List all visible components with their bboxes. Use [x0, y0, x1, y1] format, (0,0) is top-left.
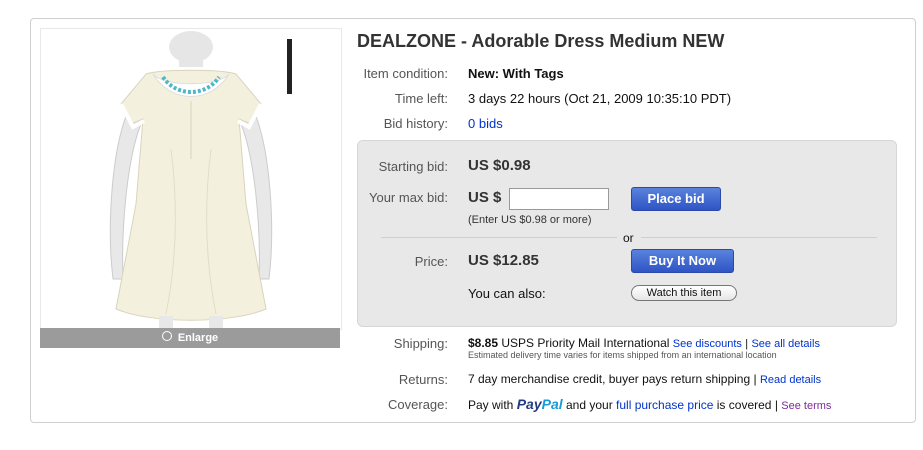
enlarge-label: Enlarge — [177, 332, 219, 344]
condition-label: Item condition: — [363, 66, 448, 81]
time-left-value: 3 days 22 hours (Oct 21, 2009 10:35:10 P… — [468, 91, 732, 106]
returns-separator: | — [753, 372, 757, 386]
see-terms-link[interactable]: See terms — [781, 400, 831, 412]
see-all-details-link[interactable]: See all details — [751, 338, 820, 350]
starting-bid-label: Starting bid: — [378, 159, 448, 174]
max-bid-currency: US $ — [468, 189, 502, 206]
dress-image — [41, 29, 341, 329]
coverage-pre: Pay with — [468, 398, 514, 412]
see-discounts-link[interactable]: See discounts — [673, 338, 742, 350]
coverage-line: Pay with PayPal and your full purchase p… — [468, 396, 831, 412]
bid-history-label: Bid history: — [383, 116, 448, 131]
max-bid-input[interactable] — [509, 188, 609, 210]
condition-value: New: With Tags — [468, 66, 564, 81]
or-divider-right — [641, 237, 877, 238]
shipping-separator: | — [745, 338, 749, 350]
read-details-link[interactable]: Read details — [760, 374, 821, 386]
shipping-note: Estimated delivery time varies for items… — [468, 350, 777, 360]
coverage-mid: and your — [565, 398, 613, 412]
item-title: DEALZONE - Adorable Dress Medium NEW — [357, 31, 725, 51]
buy-it-now-button[interactable]: Buy It Now — [631, 249, 734, 273]
coverage-label: Coverage: — [388, 397, 448, 412]
shipping-method: USPS Priority Mail International — [501, 336, 670, 350]
max-bid-label: Your max bid: — [368, 190, 448, 205]
enlarge-button[interactable]: Enlarge — [40, 328, 340, 348]
time-left-label: Time left: — [395, 91, 448, 106]
place-bid-button[interactable]: Place bid — [631, 187, 721, 211]
returns-label: Returns: — [398, 372, 448, 387]
watch-item-button[interactable]: Watch this item — [631, 285, 737, 301]
price-label: Price: — [414, 254, 448, 269]
full-purchase-price-link[interactable]: full purchase price — [616, 398, 713, 412]
or-label: or — [623, 231, 634, 245]
price-value: US $12.85 — [468, 252, 539, 269]
starting-bid-value: US $0.98 — [468, 157, 531, 174]
shipping-line: $8.85 USPS Priority Mail International S… — [468, 336, 820, 350]
magnifier-icon — [161, 331, 172, 341]
returns-line: 7 day merchandise credit, buyer pays ret… — [468, 372, 821, 386]
coverage-separator: | — [774, 398, 778, 412]
shipping-amount: $8.85 — [468, 336, 499, 350]
or-divider-left — [381, 237, 617, 238]
bid-history-link[interactable]: 0 bids — [468, 116, 503, 131]
returns-text: 7 day merchandise credit, buyer pays ret… — [468, 372, 751, 386]
max-bid-hint: (Enter US $0.98 or more) — [468, 214, 592, 226]
paypal-logo: PayPal — [516, 396, 563, 412]
coverage-post: is covered — [716, 398, 772, 412]
you-can-also-label: You can also: — [468, 286, 546, 301]
shipping-label: Shipping: — [393, 336, 448, 351]
item-photo[interactable] — [40, 28, 342, 330]
